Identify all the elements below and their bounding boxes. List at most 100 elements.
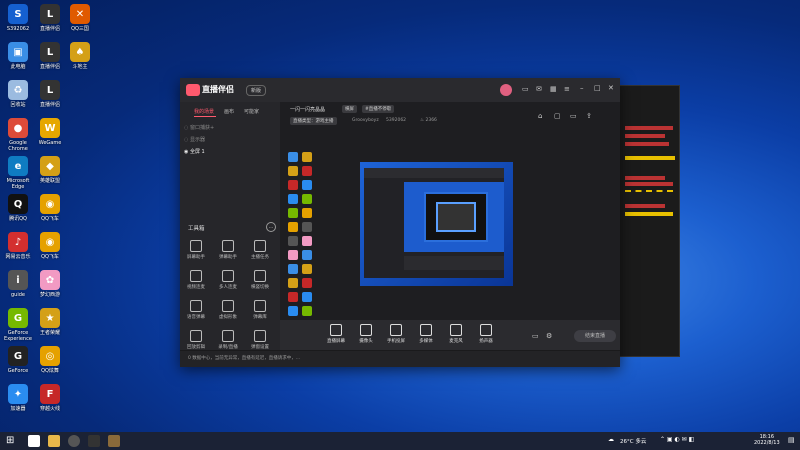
desktop-icon-w[interactable]: ✕ QQ三国 (62, 4, 98, 32)
desktop-icon-v[interactable]: F 穿越火线 (32, 384, 68, 412)
control-label: 摄像头 (359, 339, 373, 344)
more-icon[interactable]: … (266, 222, 276, 232)
desktop-icon-a[interactable]: S S392062 (0, 4, 36, 32)
scene-item[interactable]: ◌ 窗口捕获+ (184, 124, 214, 131)
chrome-icon[interactable] (68, 435, 80, 447)
desktop-icon-x[interactable]: ♠ 斗地主 (62, 42, 98, 70)
shop-icon[interactable]: ⌂ (538, 112, 542, 120)
desktop-icon-label: 回收站 (10, 102, 26, 108)
camera-small-icon[interactable]: ▭ (532, 332, 539, 340)
tool-item[interactable]: 弹幕库 (248, 300, 272, 320)
scene-item[interactable]: ◌ 显示器 (184, 136, 205, 143)
maximize-icon[interactable]: □ (594, 84, 601, 92)
category-tag[interactable]: 直播类型：游戏主播 (290, 117, 337, 125)
tool-icon (254, 240, 266, 252)
screen-icon[interactable]: ▭ (570, 112, 577, 120)
desktop-icon-i[interactable]: G GeForce Experience (0, 308, 36, 342)
tool-item[interactable]: 主播任务 (248, 240, 272, 260)
desktop-icon-c[interactable]: ♻ 回收站 (0, 80, 36, 108)
desktop-icon-q[interactable]: ◉ QQ飞车 (32, 194, 68, 222)
tab-my-scenes[interactable]: 我的场景 (194, 108, 214, 115)
tool-item[interactable]: 虚拟形象 (216, 300, 240, 320)
control-icon (390, 324, 402, 336)
desktop-icon-g[interactable]: ♪ 网易云音乐 (0, 232, 36, 260)
weather-text[interactable]: 26°C 多云 (620, 437, 646, 445)
tool-item[interactable]: 多人连麦 (216, 270, 240, 290)
desktop-icon-n[interactable]: L 直播伴侣 (32, 80, 68, 108)
tool-item[interactable]: 弹窗设置 (248, 330, 272, 350)
close-icon[interactable]: ✕ (608, 84, 614, 92)
tool-icon (222, 270, 234, 282)
topic-tag[interactable]: #直播不停歇 (362, 105, 395, 113)
tool-item[interactable]: 视频连麦 (184, 270, 208, 290)
menu-icon[interactable]: ≡ (564, 85, 570, 93)
tab-canvas[interactable]: 画布 (224, 108, 234, 115)
desktop-icon-s[interactable]: ✿ 梦幻西游 (32, 270, 68, 298)
lock-icon[interactable]: ▢ (554, 112, 561, 120)
weather-icon[interactable]: ☁ (608, 436, 614, 443)
desktop-icon-b[interactable]: ▣ 此电脑 (0, 42, 36, 70)
control-5[interactable]: 扬声器 (470, 324, 502, 344)
toolbox-title: 工具箱 (188, 226, 205, 232)
control-1[interactable]: 摄像头 (350, 324, 382, 344)
main-content: 一闪一闪亮晶晶 横屏 #直播不停歇 直播类型：游戏主播 Groovyboyz 5… (280, 102, 620, 342)
avatar[interactable] (500, 84, 512, 96)
app-icon: ● (8, 118, 28, 138)
control-4[interactable]: 麦克风 (440, 324, 472, 344)
live-taskbar-icon[interactable] (108, 435, 120, 447)
explorer-icon[interactable] (48, 435, 60, 447)
tool-item[interactable]: 录制/直播 (216, 330, 240, 350)
desktop-icon-f[interactable]: Q 腾讯QQ (0, 194, 36, 222)
control-2[interactable]: 手机投屏 (380, 324, 412, 344)
desktop-icon-k[interactable]: ✦ 加速器 (0, 384, 36, 412)
tool-item[interactable]: 语音弹幕 (184, 300, 208, 320)
nested-preview (404, 182, 504, 252)
desktop-icon-u[interactable]: ◎ QQ炫舞 (32, 346, 68, 374)
desktop-icon-h[interactable]: i guide (0, 270, 36, 298)
log-line (625, 212, 673, 216)
minimize-icon[interactable]: – (580, 84, 584, 92)
captured-desktop-icon (302, 292, 312, 302)
tool-item[interactable]: 横竖切换 (248, 270, 272, 290)
desktop-icon-label: 此电脑 (10, 64, 26, 70)
desktop-icon-e[interactable]: e Microsoft Edge (0, 156, 36, 190)
tray-icons[interactable]: ⌃ ▣ ◐ ✉ ◧ (660, 436, 694, 443)
notification-icon[interactable]: ▤ (788, 436, 795, 444)
live-preview[interactable] (360, 162, 513, 286)
mail-icon[interactable]: ✉ (536, 85, 542, 93)
captured-desktop-icon (288, 264, 298, 274)
version-badge[interactable]: 新版 (246, 85, 267, 96)
tab-other[interactable]: 可能家 (244, 108, 259, 115)
app-taskbar-icon[interactable] (88, 435, 100, 447)
desktop-icon-r[interactable]: ◉ QQ飞车 (32, 232, 68, 260)
tool-item[interactable]: 屏幕助手 (184, 240, 208, 260)
active-tab-underline (194, 116, 216, 117)
desktop-icon-d[interactable]: ● Google Chrome (0, 118, 36, 152)
desktop-icon-j[interactable]: G GeForce (0, 346, 36, 374)
app-icon: G (8, 308, 28, 328)
stream-title[interactable]: 一闪一闪亮晶晶 (290, 106, 325, 113)
chart-icon[interactable]: ▦ (550, 85, 557, 93)
control-icon (330, 324, 342, 336)
app-icon: Q (8, 194, 28, 214)
desktop-icon-t[interactable]: ★ 王者荣耀 (32, 308, 68, 336)
share-icon[interactable]: ⇪ (586, 112, 592, 120)
tool-icon (190, 270, 202, 282)
start-icon[interactable]: ⊞ (6, 435, 14, 446)
tool-item[interactable]: 回放剪辑 (184, 330, 208, 350)
scene-item-active[interactable]: ◉ 全屏 1 (184, 148, 205, 155)
nested-titlebar (364, 168, 504, 178)
orientation-tag[interactable]: 横屏 (342, 105, 357, 113)
message-icon[interactable]: ▭ (522, 85, 529, 93)
clock[interactable]: 18:16 2022/8/13 (754, 434, 780, 446)
nested-window (364, 168, 504, 278)
desktop-icon-p[interactable]: ◆ 英雄联盟 (32, 156, 68, 184)
tool-label: 弹幕助手 (219, 255, 237, 260)
taskview-icon[interactable] (28, 435, 40, 447)
control-0[interactable]: 直播屏幕 (320, 324, 352, 344)
control-3[interactable]: 多媒体 (410, 324, 442, 344)
desktop-icon-o[interactable]: W WeGame (32, 118, 68, 146)
settings-icon[interactable]: ⚙ (546, 332, 552, 340)
start-live-button[interactable]: 结束直播 (574, 330, 616, 342)
tool-item[interactable]: 弹幕助手 (216, 240, 240, 260)
